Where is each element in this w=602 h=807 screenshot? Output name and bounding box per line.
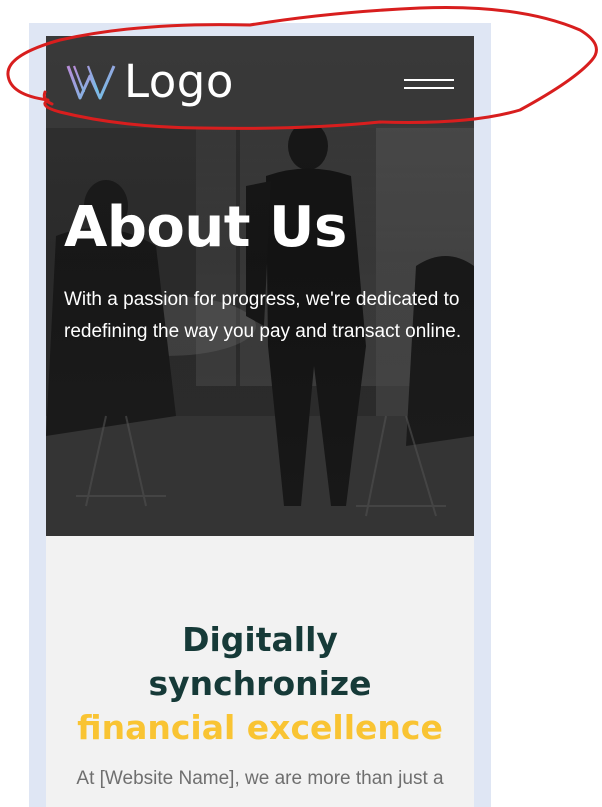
- hamburger-menu-icon[interactable]: [404, 76, 456, 92]
- top-navigation: Logo: [46, 36, 474, 128]
- logo-link[interactable]: Logo: [66, 55, 234, 108]
- section-intro-text: At [Website Name], we are more than just…: [76, 768, 444, 789]
- menu-bar-bottom: [404, 87, 454, 89]
- menu-bar-top: [404, 79, 454, 81]
- mobile-viewport: About Us With a passion for progress, we…: [46, 36, 474, 807]
- logo-text: Logo: [124, 55, 234, 108]
- page-title: About Us: [64, 195, 347, 260]
- section-headline: Digitally synchronize financial excellen…: [46, 618, 474, 750]
- headline-line-1: Digitally: [182, 620, 338, 659]
- headline-accent: financial excellence: [77, 708, 443, 747]
- headline-line-2: synchronize: [148, 664, 372, 703]
- logo-w-mark-icon: [66, 65, 116, 100]
- hero-description: With a passion for progress, we're dedic…: [64, 289, 462, 342]
